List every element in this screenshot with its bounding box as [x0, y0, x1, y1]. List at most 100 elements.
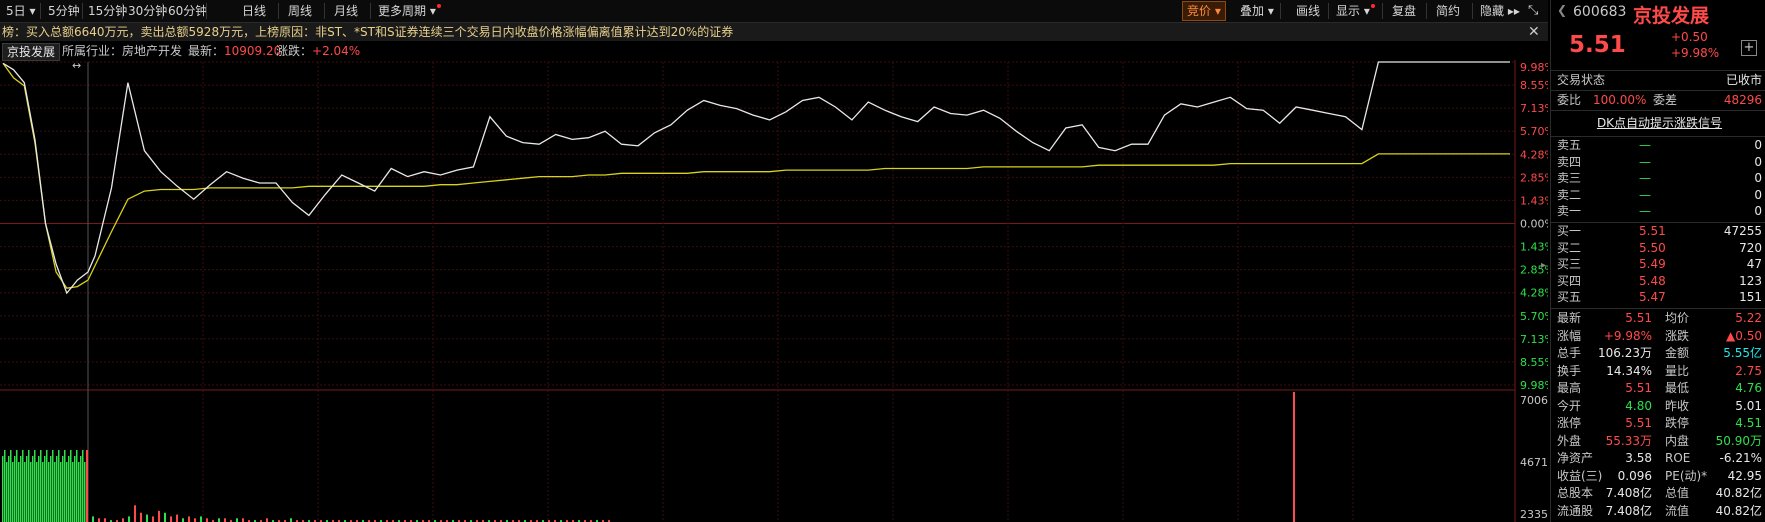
stat-label: 流值 — [1665, 503, 1690, 518]
volume-bar — [242, 518, 244, 522]
tab-hide[interactable]: 隐藏 ▸▸ — [1476, 2, 1524, 20]
volume-bar — [104, 518, 106, 522]
auction-volume-bar — [72, 462, 74, 522]
stat-row: 外盘 55.33万 内盘 50.90万 — [1557, 433, 1762, 450]
volume-bar — [194, 518, 196, 522]
volume-bar — [266, 518, 268, 522]
bid-price: 5.49 — [1639, 257, 1666, 271]
auction-volume-bar — [80, 456, 82, 522]
prev-stock-icon[interactable]: ❮ — [1557, 3, 1567, 17]
stat-label: 涨幅 — [1557, 328, 1582, 343]
info-text: 榜：买入总额6640万元，卖出总额5928万元，上榜原因：非ST、*ST和S证券… — [2, 25, 734, 39]
panel-toggle-icon[interactable]: ▸ — [1541, 260, 1546, 271]
auction-volume-bar — [14, 456, 16, 522]
volume-bar — [200, 516, 202, 522]
bid-volume: 47 — [1746, 257, 1762, 271]
auction-volume-bar — [50, 456, 52, 522]
tab-weekly[interactable]: 周线 — [284, 2, 316, 20]
stat-value: 40.82亿 — [1715, 503, 1762, 518]
tab-more-periods[interactable]: 更多周期 ▾ — [374, 2, 445, 20]
divider — [278, 3, 279, 19]
ask-level: 卖三 — 0 — [1557, 170, 1762, 187]
y-axis-label: 2.85% — [1520, 171, 1548, 184]
volume-bar — [188, 516, 190, 522]
stat-value: +9.98% — [1603, 328, 1652, 343]
intraday-chart[interactable]: 9.98% 8.55% 7.13% 5.70% 4.28% 2.85% 1.43% 0.00%… — [0, 60, 1548, 522]
auction-volume-bar — [84, 462, 86, 522]
stat-value: 5.51 — [1625, 311, 1652, 325]
change-info: 涨跌：+2.04% — [276, 44, 361, 58]
auction-volume-bar — [54, 462, 56, 522]
volume-axis-label: 23355 — [1520, 508, 1548, 521]
stat-value: 4.76 — [1735, 381, 1762, 395]
tab-simple[interactable]: 简约 — [1432, 2, 1464, 20]
tab-overlay[interactable]: 叠加 ▾ — [1236, 2, 1278, 20]
y-axis-label: 4.28% — [1520, 287, 1548, 300]
stat-value: 7.408亿 — [1605, 503, 1652, 518]
bid-label: 买四 — [1557, 273, 1582, 288]
volume-bar — [140, 512, 142, 522]
auction-volume-bar — [86, 450, 88, 522]
tab-draw[interactable]: 画线 — [1292, 2, 1324, 20]
y-axis-label: 0.00% — [1520, 218, 1548, 231]
bid-price: 5.50 — [1639, 240, 1666, 255]
ask-volume: 0 — [1754, 154, 1762, 169]
stat-label: 收益(三) — [1557, 468, 1603, 483]
volume-bar — [206, 518, 208, 522]
add-icon[interactable]: + — [1741, 40, 1757, 56]
stat-value: -6.21% — [1719, 451, 1762, 465]
tab-display[interactable]: 显示 ▾ — [1332, 2, 1379, 20]
stat-label: 内盘 — [1665, 433, 1690, 448]
stat-value: 5.01 — [1735, 398, 1762, 413]
ask-label: 卖二 — [1557, 187, 1582, 202]
divider — [162, 3, 163, 19]
tab-replay[interactable]: 复盘 — [1388, 2, 1420, 20]
industry-info: 所属行业：房地产开发 — [62, 44, 183, 58]
auction-volume-bar — [56, 456, 58, 522]
stock-name: 京投发展 — [1633, 5, 1710, 27]
stat-row: 最高 5.51 最低 4.76 — [1557, 380, 1762, 397]
stat-value: ▲0.50 — [1726, 328, 1762, 343]
volume-bar — [164, 512, 166, 522]
y-axis-label: 5.70% — [1520, 125, 1548, 138]
auction-volume-bar — [2, 456, 4, 522]
close-icon[interactable]: ✕ — [1528, 23, 1540, 41]
stat-label: 总股本 — [1557, 486, 1594, 500]
stat-label: 最高 — [1557, 381, 1582, 395]
stock-name-tag[interactable]: 京投发展 — [2, 43, 61, 61]
auction-volume-bar — [42, 462, 44, 522]
auction-volume-bar — [76, 450, 78, 522]
stat-row: 最新 5.51 均价 5.22 — [1557, 310, 1762, 327]
tab-monthly[interactable]: 月线 — [330, 2, 362, 20]
auction-volume-bar — [82, 450, 84, 522]
tab-5min[interactable]: 5分钟 — [44, 2, 84, 20]
divider — [370, 3, 371, 19]
dk-signal-link[interactable]: DK点自动提示涨跌信号 — [1557, 115, 1762, 132]
stat-label: 总手 — [1557, 346, 1582, 360]
divider — [1382, 3, 1383, 19]
tab-5day[interactable]: 5日 ▾ — [2, 2, 39, 20]
stat-row: 总股本 7.408亿 总值 40.82亿 — [1557, 485, 1762, 502]
tab-daily[interactable]: 日线 — [238, 2, 270, 20]
stat-label: 均价 — [1665, 311, 1690, 325]
stat-value: 3.58 — [1625, 451, 1652, 465]
ask-label: 卖一 — [1557, 204, 1582, 218]
stat-value: 0.096 — [1617, 468, 1652, 483]
collapse-icon[interactable]: ⤡ — [1524, 2, 1542, 20]
auction-volume-bar — [74, 456, 76, 522]
y-axis-label: 8.55% — [1520, 356, 1548, 369]
tab-auction[interactable]: 竞价 ▾ — [1182, 1, 1226, 21]
divider — [1426, 3, 1427, 19]
double-arrow-right-icon: ▸▸ — [1507, 4, 1520, 18]
volume-axis-label: 46710 — [1520, 456, 1548, 469]
ask-level: 卖二 — 0 — [1557, 187, 1762, 204]
divider — [324, 3, 325, 19]
stat-value: 5.22 — [1735, 311, 1762, 325]
divider — [1472, 3, 1473, 19]
resize-handle-icon[interactable]: ↔ — [72, 60, 81, 72]
divider — [1551, 308, 1765, 309]
y-axis-label: 9.98% — [1520, 379, 1548, 392]
stat-value: 40.82亿 — [1715, 486, 1762, 500]
volume-bar — [122, 518, 124, 522]
tab-60min[interactable]: 60分钟 — [164, 2, 211, 20]
